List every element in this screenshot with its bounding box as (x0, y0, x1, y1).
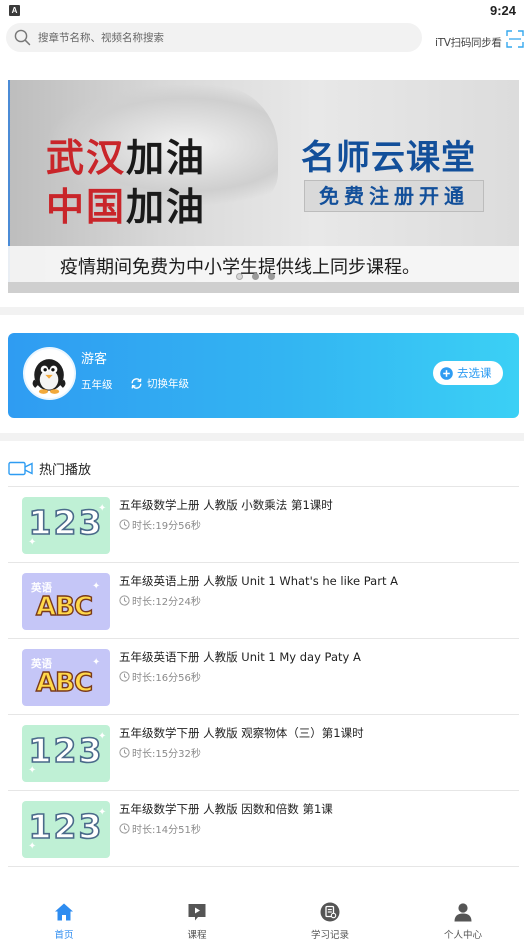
itv-scan-button[interactable]: iTV扫码同步看 (432, 27, 524, 51)
carousel-dot[interactable] (236, 273, 243, 280)
course-title: 五年级英语上册 人教版 Unit 1 What's he like Part A (119, 574, 398, 588)
nav-item-course[interactable]: 课程 (162, 900, 232, 942)
search-input[interactable]: 搜章节名称、视频名称搜索 (6, 23, 422, 52)
course-title: 五年级数学下册 人教版 观察物体（三）第1课时 (119, 726, 364, 740)
sparkle-icon: ✦ (92, 657, 101, 668)
select-course-button[interactable]: 去选课 (433, 361, 503, 385)
study-record-icon (320, 902, 340, 922)
row-divider (8, 866, 519, 867)
sparkle-icon: ✦ (98, 807, 107, 818)
course-list-item[interactable]: 英语 ABC ✦ 五年级英语上册 人教版 Unit 1 What's he li… (8, 563, 519, 639)
banner-brand: 名师云课堂 (301, 138, 476, 178)
course-list-item[interactable]: 123 ✦ ✦ 五年级数学下册 人教版 观察物体（三）第1课时 时长:15分32… (8, 715, 519, 791)
course-duration: 时长:12分24秒 (119, 593, 201, 608)
course-icon (188, 904, 206, 921)
banner-slogan-line1: 武汉加油 (46, 127, 206, 182)
switch-grade-label: 切换年级 (147, 377, 189, 390)
section-divider (0, 307, 524, 315)
carousel-dot[interactable] (268, 273, 275, 280)
slogan-line2-dark: 加油 (126, 184, 207, 229)
sparkle-icon: ✦ (28, 537, 37, 548)
course-thumbnail: 英语 ABC ✦ (22, 573, 110, 630)
slogan-line2-red: 中国 (46, 184, 127, 229)
duration-text: 时长:12分24秒 (132, 596, 201, 608)
slogan-line1-red: 武汉 (46, 135, 127, 180)
course-list-item[interactable]: 123 ✦ ✦ 五年级数学上册 人教版 小数乘法 第1课时 时长:19分56秒 (8, 487, 519, 563)
duration-text: 时长:16分56秒 (132, 672, 201, 684)
switch-grade-button[interactable]: 切换年级 (130, 376, 189, 390)
thumbnail-text: ABC (35, 667, 93, 698)
sparkle-icon: ✦ (98, 503, 107, 514)
course-title: 五年级数学上册 人教版 小数乘法 第1课时 (119, 498, 333, 512)
hot-section-header: 热门播放 (8, 458, 91, 478)
user-name: 游客 (81, 352, 108, 367)
nav-label: 课程 (187, 930, 207, 941)
status-time: 9:24 (489, 3, 516, 18)
penguin-avatar-icon (25, 349, 74, 398)
duration-text: 时长:15分32秒 (132, 748, 201, 760)
course-thumbnail: 123 ✦ ✦ (22, 497, 110, 554)
profile-card: 游客 五年级 切换年级 去选课 (8, 333, 519, 418)
sparkle-icon: ✦ (28, 765, 37, 776)
course-title: 五年级数学下册 人教版 因数和倍数 第1课 (119, 802, 333, 816)
duration-text: 时长:19分56秒 (132, 520, 201, 532)
clock-icon (119, 670, 130, 682)
search-icon (14, 29, 31, 46)
video-camera-icon (8, 461, 33, 475)
thumbnail-text: ABC (35, 591, 93, 622)
plus-circle-icon (440, 366, 453, 380)
search-placeholder: 搜章节名称、视频名称搜索 (38, 32, 164, 44)
sparkle-icon: ✦ (28, 841, 37, 852)
banner-register: 免费注册开通 (304, 180, 484, 212)
duration-text: 时长:14分51秒 (132, 824, 201, 836)
bottom-nav: 首页 课程 学习记录 个人中心 (0, 895, 524, 943)
scan-icon (506, 30, 524, 48)
course-duration: 时长:14分51秒 (119, 821, 201, 836)
clock-icon (119, 518, 130, 530)
banner-slogan-line2: 中国加油 (46, 176, 206, 231)
banner-bottom-bar (8, 282, 519, 293)
nav-label: 首页 (54, 930, 74, 941)
status-bar: A 9:24 (0, 0, 524, 22)
course-thumbnail: 英语 ABC ✦ (22, 649, 110, 706)
nav-label: 个人中心 (443, 930, 482, 941)
notification-a-icon: A (9, 5, 20, 16)
sparkle-icon: ✦ (98, 731, 107, 742)
clock-icon (119, 594, 130, 606)
nav-item-study-record[interactable]: 学习记录 (295, 900, 365, 942)
course-duration: 时长:16分56秒 (119, 669, 201, 684)
course-list-item[interactable]: 英语 ABC ✦ 五年级英语下册 人教版 Unit 1 My day Paty … (8, 639, 519, 715)
course-duration: 时长:19分56秒 (119, 517, 201, 532)
section-divider (0, 433, 524, 441)
sparkle-icon: ✦ (92, 581, 101, 592)
clock-icon (119, 822, 130, 834)
nav-item-profile[interactable]: 个人中心 (428, 900, 498, 942)
grade-label: 五年级 (81, 379, 113, 391)
course-list-item[interactable]: 123 ✦ ✦ 五年级数学下册 人教版 因数和倍数 第1课 时长:14分51秒 (8, 791, 519, 867)
banner-carousel[interactable]: 武汉加油 中国加油 名师云课堂 免费注册开通 疫情期间免费为中小学生提供线上同步… (8, 80, 519, 293)
select-course-label: 去选课 (457, 366, 492, 380)
refresh-icon (131, 377, 142, 389)
avatar[interactable] (23, 347, 76, 400)
home-icon (55, 903, 73, 921)
nav-label: 学习记录 (310, 930, 349, 941)
course-thumbnail: 123 ✦ ✦ (22, 801, 110, 858)
slogan-line1-dark: 加油 (126, 135, 207, 180)
profile-icon (454, 903, 472, 922)
clock-icon (119, 746, 130, 758)
course-duration: 时长:15分32秒 (119, 745, 201, 760)
carousel-dots (236, 273, 275, 281)
nav-item-home[interactable]: 首页 (29, 900, 99, 942)
course-thumbnail: 123 ✦ ✦ (22, 725, 110, 782)
course-title: 五年级英语下册 人教版 Unit 1 My day Paty A (119, 650, 361, 664)
hot-section-title: 热门播放 (39, 462, 92, 478)
carousel-dot[interactable] (252, 273, 259, 280)
scan-label: iTV扫码同步看 (435, 37, 502, 49)
